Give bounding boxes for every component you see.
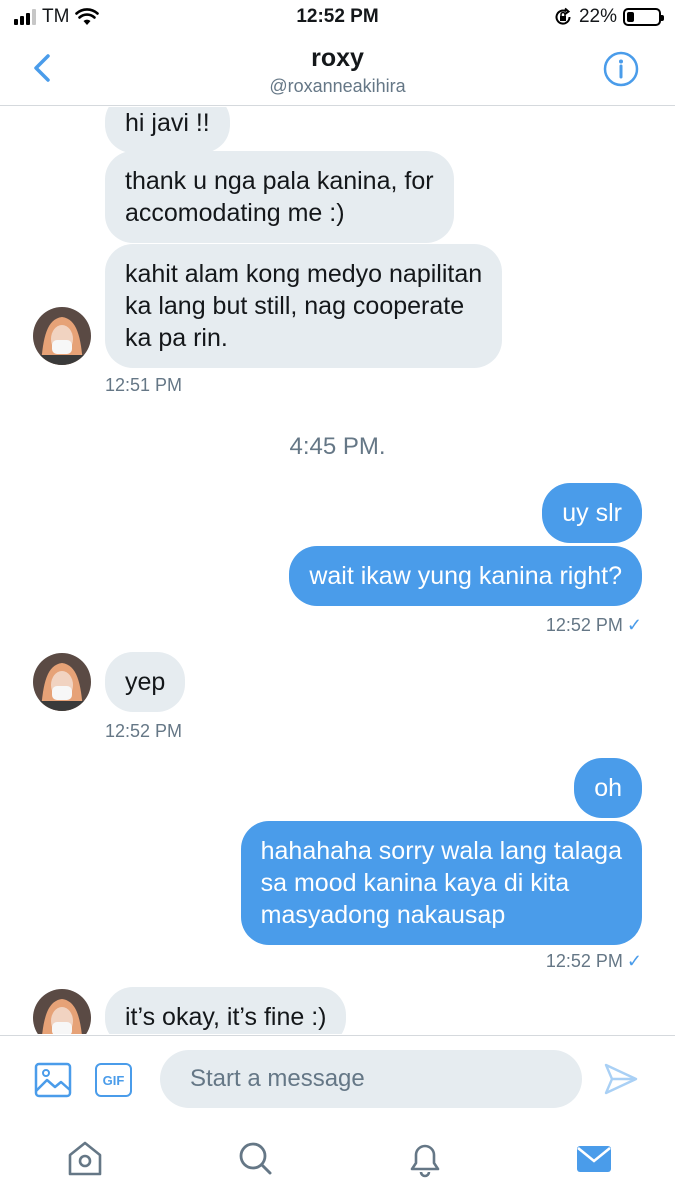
message-text: wait ikaw yung kanina right? xyxy=(309,562,622,590)
message-composer: GIF Start a message xyxy=(0,1035,675,1121)
message-bubble-incoming[interactable]: hi javi !! xyxy=(105,107,230,153)
status-right: 22% xyxy=(553,6,664,28)
send-icon[interactable] xyxy=(602,1060,640,1098)
battery-icon xyxy=(623,8,664,26)
message-bubble-outgoing[interactable]: hahahaha sorry wala lang talaga sa mood … xyxy=(240,821,642,945)
message-text: oh xyxy=(594,774,622,802)
rotation-lock-icon xyxy=(555,7,571,25)
avatar[interactable] xyxy=(33,989,91,1034)
avatar[interactable] xyxy=(33,653,91,711)
message-input-placeholder: Start a message xyxy=(190,1065,365,1092)
message-bubble-incoming[interactable]: it’s okay, it’s fine :) xyxy=(105,987,347,1034)
message-bubble-outgoing[interactable]: uy slr xyxy=(542,483,642,543)
timestamp: 12:52 PM xyxy=(105,721,183,741)
info-icon[interactable] xyxy=(603,51,639,87)
message-bubble-incoming[interactable]: kahit alam kong medyo napilitan ka lang … xyxy=(105,244,503,368)
contact-handle[interactable]: @roxanneakihira xyxy=(0,76,675,97)
message-text: hi javi !! xyxy=(125,109,210,137)
read-check-icon: ✓ xyxy=(626,615,642,635)
image-icon[interactable] xyxy=(34,1062,72,1098)
message-text: yep xyxy=(125,668,166,696)
contact-name[interactable]: roxy xyxy=(0,44,675,73)
messages-icon[interactable] xyxy=(575,1138,613,1178)
home-icon[interactable] xyxy=(66,1138,104,1178)
timestamp-text: 12:52 PM xyxy=(545,951,623,971)
message-text-line: kahit alam kong medyo napilitan xyxy=(125,260,483,288)
timestamp: 12:52 PM ✓ xyxy=(546,615,642,636)
message-text-line: sa mood kanina kaya di kita xyxy=(260,869,570,897)
time-separator: 4:45 PM. xyxy=(289,433,386,460)
battery-percent: 22% xyxy=(578,6,617,27)
message-bubble-incoming[interactable]: yep xyxy=(105,652,186,712)
message-bubble-incoming[interactable]: thank u nga pala kanina, for accomodatin… xyxy=(105,151,454,243)
tab-bar xyxy=(0,1121,675,1200)
message-text-line: accomodating me :) xyxy=(125,199,345,227)
gif-label: GIF xyxy=(102,1072,125,1088)
gif-icon[interactable]: GIF xyxy=(95,1063,132,1097)
message-text: it’s okay, it’s fine :) xyxy=(125,1003,327,1031)
message-text-line: hahahaha sorry wala lang talaga xyxy=(260,837,622,865)
message-text-line: ka lang but still, nag cooperate xyxy=(125,292,465,320)
message-text-line: ka pa rin. xyxy=(125,324,228,352)
message-text: uy slr xyxy=(562,499,622,527)
message-bubble-outgoing[interactable]: oh xyxy=(574,758,642,818)
timestamp-text: 12:52 PM xyxy=(545,615,623,635)
conversation-header: roxy @roxanneakihira xyxy=(0,34,675,106)
avatar[interactable] xyxy=(33,307,91,365)
status-bar: TM 12:52 PM 22% xyxy=(0,0,675,34)
timestamp: 12:52 PM ✓ xyxy=(546,951,642,972)
message-text-line: masyadong nakausap xyxy=(260,901,506,929)
message-text-line: thank u nga pala kanina, for xyxy=(125,167,434,195)
message-bubble-outgoing[interactable]: wait ikaw yung kanina right? xyxy=(289,546,642,606)
message-input[interactable]: Start a message xyxy=(160,1050,582,1108)
notifications-icon[interactable] xyxy=(406,1138,444,1178)
search-icon[interactable] xyxy=(236,1138,274,1178)
timestamp: 12:51 PM xyxy=(105,375,183,395)
message-thread[interactable]: hi javi !! thank u nga pala kanina, for … xyxy=(0,107,675,1034)
read-check-icon: ✓ xyxy=(626,951,642,971)
